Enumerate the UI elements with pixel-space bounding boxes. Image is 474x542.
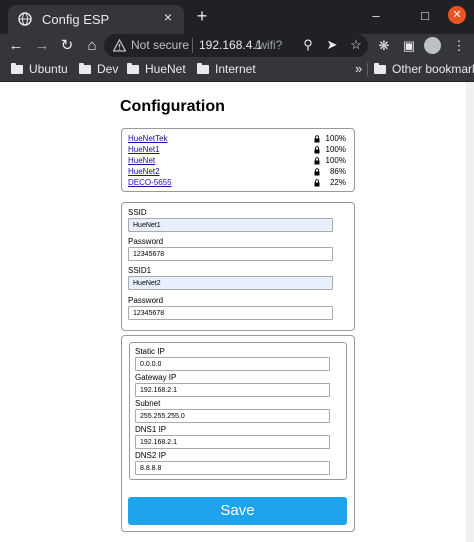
chevron-double-right-icon[interactable]: » [355,61,362,76]
bookmarks-bar: Ubuntu Dev HueNet Internet » Other bookm… [0,57,474,82]
back-arrow-icon[interactable]: ← [6,36,26,56]
password-field[interactable]: 12345678 [128,247,333,261]
wifi-credentials-section: SSID HueNet1 Password 12345678 SSID1 Hue… [121,202,355,331]
static-ip-label: Static IP [135,347,165,356]
ssid1-field[interactable]: HueNet2 [128,276,333,290]
page-content: Configuration HueNetTek 100% HueNet1 100… [0,82,474,542]
dns2-field[interactable]: 8.8.8.8 [135,461,330,475]
bookmark-other[interactable]: Other bookmarks [374,62,474,76]
gateway-ip-field[interactable]: 192.168.2.1 [135,383,330,397]
folder-icon [197,63,209,74]
save-button[interactable]: Save [128,497,347,525]
scrollbar[interactable] [466,82,474,542]
lock-icon [314,168,320,176]
bookmark-label: Ubuntu [29,62,68,76]
reload-icon[interactable]: ↻ [57,36,77,56]
close-icon[interactable]: × [160,9,176,25]
security-label[interactable]: Not secure [131,38,189,52]
bookmark-label: Other bookmarks [392,62,474,76]
network-row[interactable]: DECO-5655 22% [128,178,346,190]
network-quality: 100% [325,145,346,154]
ssid-label: SSID [128,208,147,217]
ssid-field[interactable]: HueNet1 [128,218,333,232]
lock-icon [314,179,320,187]
bookmarks-divider [367,63,368,76]
folder-icon [127,63,139,74]
media-icon[interactable]: ▣ [400,37,418,55]
bookmark-internet[interactable]: Internet [197,62,256,76]
maximize-icon[interactable]: □ [415,7,435,25]
network-quality: 86% [329,167,346,176]
avatar-icon[interactable] [424,37,441,54]
subnet-field[interactable]: 255.255.255.0 [135,409,330,423]
tab-title: Config ESP [42,12,110,27]
network-quality: 100% [325,156,346,165]
dns1-label: DNS1 IP [135,425,167,434]
url-host[interactable]: 192.168.4.1 [199,38,262,52]
bookmark-label: Dev [97,62,119,76]
menu-icon[interactable]: ⋮ [450,37,468,55]
password-label: Password [128,237,164,246]
gateway-ip-label: Gateway IP [135,373,177,382]
bookmark-label: Internet [215,62,256,76]
extensions-icon[interactable]: ❋ [375,37,393,55]
lock-icon [314,146,320,154]
network-quality: 100% [325,134,346,143]
bookmark-ubuntu[interactable]: Ubuntu [11,62,68,76]
forward-arrow-icon[interactable]: → [32,36,52,56]
browser-toolbar: ← → ↻ ⌂ Not secure 192.168.4.1 /wifi? ⚲ … [0,34,474,57]
globe-icon [18,12,32,26]
dns2-label: DNS2 IP [135,451,167,460]
network-ssid-link[interactable]: HueNet2 [128,167,160,176]
minimize-icon[interactable]: – [366,7,386,25]
bookmark-label: HueNet [145,62,186,76]
network-ssid-link[interactable]: HueNetTek [128,134,168,143]
address-bar[interactable]: Not secure 192.168.4.1 /wifi? ⚲ ➤ ☆ [104,34,368,57]
ip-config-section: Static IP 0.0.0.0 Gateway IP 192.168.2.1… [121,335,355,532]
home-icon[interactable]: ⌂ [82,36,102,56]
browser-tab[interactable]: Config ESP × [8,5,184,34]
network-ssid-link[interactable]: HueNet1 [128,145,160,154]
ip-config-fieldset: Static IP 0.0.0.0 Gateway IP 192.168.2.1… [129,342,347,480]
ssid1-label: SSID1 [128,266,152,275]
network-list: HueNetTek 100% HueNet1 100% HueNet 100% … [121,128,355,192]
title-bar: Config ESP × + – □ ✕ [0,0,474,34]
folder-icon [374,63,386,74]
network-ssid-link[interactable]: DECO-5655 [128,178,172,187]
window-close-icon[interactable]: ✕ [448,6,466,24]
network-quality: 22% [329,178,346,187]
lock-icon [314,135,320,143]
static-ip-field[interactable]: 0.0.0.0 [135,357,330,371]
star-icon[interactable]: ☆ [348,37,364,53]
page-title: Configuration [120,98,225,115]
bookmark-dev[interactable]: Dev [79,62,118,76]
send-icon[interactable]: ➤ [324,37,340,53]
subnet-label: Subnet [135,399,161,408]
bookmark-huenet[interactable]: HueNet [127,62,186,76]
folder-icon [11,63,23,74]
folder-icon [79,63,91,74]
url-divider [192,38,193,53]
password1-field[interactable]: 12345678 [128,306,333,320]
dns1-field[interactable]: 192.168.2.1 [135,435,330,449]
lock-icon [314,157,320,165]
plus-icon[interactable]: + [193,7,211,25]
url-path[interactable]: /wifi? [255,38,282,52]
password1-label: Password [128,296,164,305]
zoom-icon[interactable]: ⚲ [300,37,316,53]
warning-icon[interactable] [113,39,126,52]
network-ssid-link[interactable]: HueNet [128,156,155,165]
